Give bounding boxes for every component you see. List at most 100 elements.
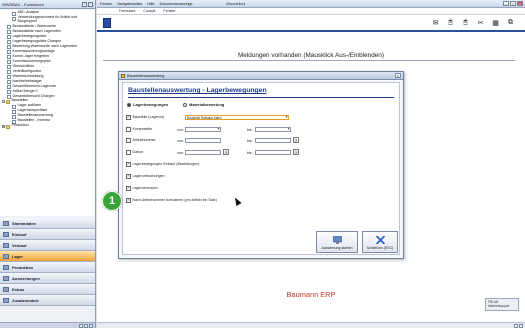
titlebar-menu-item[interactable]: Navigationsliste bbox=[117, 2, 142, 6]
button-label: Schließen (ESC) bbox=[366, 246, 394, 250]
tree-item-label: Warenrückmeldung bbox=[12, 73, 44, 78]
windows-icon[interactable]: ⧉ bbox=[506, 18, 515, 27]
radio-dot[interactable] bbox=[183, 102, 187, 107]
kostenstelle-checkbox[interactable] bbox=[126, 127, 131, 132]
maximize-icon[interactable]: □ bbox=[510, 1, 516, 6]
main-titlebar: Fenster Navigationsliste Hilfe Dokumente… bbox=[97, 0, 525, 8]
dialog-title: Baustellenauswertung bbox=[127, 73, 165, 78]
document-icon bbox=[12, 16, 16, 21]
expand-icon[interactable]: + bbox=[2, 124, 5, 128]
tree-folder[interactable]: + Produktion bbox=[0, 123, 95, 129]
bis-label: bis: bbox=[247, 138, 253, 143]
document-icon bbox=[7, 69, 11, 74]
kostenstelle-bis-select[interactable] bbox=[255, 126, 291, 132]
document-icon bbox=[7, 79, 11, 84]
module-button-zusatzmodule[interactable]: Zusatzmodule bbox=[0, 295, 95, 306]
datum-von-input[interactable] bbox=[185, 149, 221, 155]
artikelnummer-bis-input[interactable] bbox=[255, 137, 291, 143]
module-button-produktion[interactable]: Produktion bbox=[0, 262, 95, 273]
footer-button[interactable] bbox=[84, 323, 88, 328]
datum-bis-input[interactable] bbox=[255, 149, 291, 155]
module-label: Zusatzmodule bbox=[12, 297, 39, 303]
app-logo-icon bbox=[103, 17, 111, 28]
lagerverbrauch-checkbox[interactable]: ✓ bbox=[126, 186, 131, 191]
baustellenauswertung-dialog: Baustellenauswertung × Baustellenauswert… bbox=[118, 71, 404, 259]
titlebar-menu-item[interactable]: Fenster bbox=[100, 2, 112, 6]
artikelnummer-row: Artikelnummer bbox=[126, 138, 156, 143]
minimize-icon[interactable]: – bbox=[503, 1, 509, 6]
radio-dot[interactable] bbox=[127, 102, 131, 107]
statusbar-button[interactable] bbox=[519, 323, 523, 328]
close-x-icon bbox=[375, 236, 385, 244]
schliessen-button[interactable]: Schließen (ESC) bbox=[362, 231, 398, 253]
radio-lagerbewegungen[interactable]: Lagerbewegungen bbox=[127, 102, 168, 107]
radio-label: Materialbewertung bbox=[189, 102, 225, 107]
module-label: Verkauf bbox=[12, 242, 27, 248]
titlebar-menu: Fenster Navigationsliste Hilfe Dokumente… bbox=[100, 2, 197, 6]
monitor-icon bbox=[332, 236, 342, 244]
chart-icon[interactable]: ▦ bbox=[491, 18, 500, 27]
menu-formulare[interactable]: Formulare bbox=[119, 9, 135, 13]
kumulieren-checkbox[interactable]: ✓ bbox=[126, 198, 131, 203]
von-label: von: bbox=[177, 138, 184, 143]
close-icon[interactable]: × bbox=[88, 1, 93, 7]
footer-button[interactable] bbox=[89, 323, 93, 328]
datum-von-picker-button[interactable]: ? bbox=[223, 149, 229, 155]
folder-icon bbox=[6, 99, 10, 104]
button-label: Auswertung starten bbox=[321, 246, 353, 250]
mouse-icon[interactable]: 🖱 bbox=[446, 18, 455, 27]
messages-banner[interactable]: Meldungen vorhanden (Mausklick Aus-/Einb… bbox=[97, 52, 525, 59]
auswertung-starten-button[interactable]: Auswertung starten bbox=[316, 231, 358, 253]
module-navigation: Stammdaten Einkauf Verkauf Lager Produktion A… bbox=[0, 218, 95, 306]
menu-fenster[interactable]: Fenster bbox=[163, 9, 175, 13]
module-button-verkauf[interactable]: Verkauf bbox=[0, 240, 95, 251]
lagerbewegungen-row: ✓ Lagerbewegungen Einkauf (Bestellungen) bbox=[126, 162, 199, 167]
baustelle-select[interactable]: Baustelle Rathaus Aalen bbox=[185, 114, 289, 120]
menu-cockpit[interactable]: Cockpit bbox=[143, 9, 155, 13]
lagerumbuchungen-checkbox[interactable]: ✓ bbox=[126, 174, 131, 179]
artikelnummer-lookup-button[interactable]: ? bbox=[293, 137, 299, 143]
statusbar bbox=[97, 322, 525, 328]
dialog-heading: Baustellenauswertung - Lagerbewegungen bbox=[128, 87, 267, 94]
envelope-icon[interactable]: ✉ bbox=[431, 18, 440, 27]
module-button-lager[interactable]: Lager bbox=[0, 251, 95, 262]
module-icon bbox=[3, 220, 9, 226]
module-button-stammdaten[interactable]: Stammdaten bbox=[0, 218, 95, 229]
tree-item-label: Verwendungsnachweis für Artikel und Baug… bbox=[17, 15, 78, 24]
collapse-icon[interactable]: − bbox=[2, 99, 5, 103]
mouse-icon[interactable]: 🖱 bbox=[461, 18, 470, 27]
module-button-einkauf[interactable]: Einkauf bbox=[0, 229, 95, 240]
statusbar-button[interactable] bbox=[514, 323, 518, 328]
lagerbewegungen-label: Lagerbewegungen Einkauf (Bestellungen) bbox=[132, 162, 200, 167]
lagerbewegungen-checkbox[interactable]: ✓ bbox=[126, 162, 131, 167]
tools-icon[interactable]: ✂ bbox=[476, 18, 485, 27]
document-icon bbox=[7, 45, 11, 50]
datum-bis-picker-button[interactable]: ? bbox=[293, 149, 299, 155]
panel-footer bbox=[0, 322, 95, 328]
document-icon bbox=[12, 104, 16, 109]
document-icon bbox=[7, 74, 11, 79]
document-icon bbox=[7, 59, 11, 64]
datum-checkbox[interactable] bbox=[126, 150, 131, 155]
close-icon[interactable]: × bbox=[517, 1, 523, 6]
titlebar-menu-item[interactable]: Hilfe bbox=[147, 2, 154, 6]
tree-item-label: Produktion bbox=[11, 123, 29, 128]
baustelle-checkbox[interactable]: ✓ bbox=[126, 115, 131, 120]
pin-icon[interactable]: ▪ bbox=[82, 1, 87, 7]
kostenstelle-von-select[interactable] bbox=[185, 126, 221, 132]
module-button-extras[interactable]: Extras bbox=[0, 284, 95, 295]
artikelnummer-checkbox[interactable] bbox=[126, 138, 131, 143]
module-button-auswertungen[interactable]: Auswertungen bbox=[0, 273, 95, 284]
tree-item-label: Artikel Menge 0 bbox=[12, 88, 38, 93]
document-icon bbox=[7, 25, 11, 30]
artikelnummer-von-input[interactable] bbox=[185, 137, 221, 143]
footer-button[interactable] bbox=[79, 323, 83, 328]
close-icon[interactable]: × bbox=[395, 73, 401, 78]
document-icon bbox=[7, 49, 11, 54]
titlebar-menu-item[interactable]: Dokumentenanzeige bbox=[160, 2, 193, 6]
radio-materialbewertung[interactable]: Materialbewertung bbox=[183, 102, 224, 107]
module-label: Extras bbox=[12, 286, 25, 292]
support-box[interactable]: FBLAN Internetsupport bbox=[485, 298, 519, 311]
kostenstelle-row: Kostenstelle bbox=[126, 127, 152, 132]
module-label: Auswertungen bbox=[12, 275, 40, 281]
